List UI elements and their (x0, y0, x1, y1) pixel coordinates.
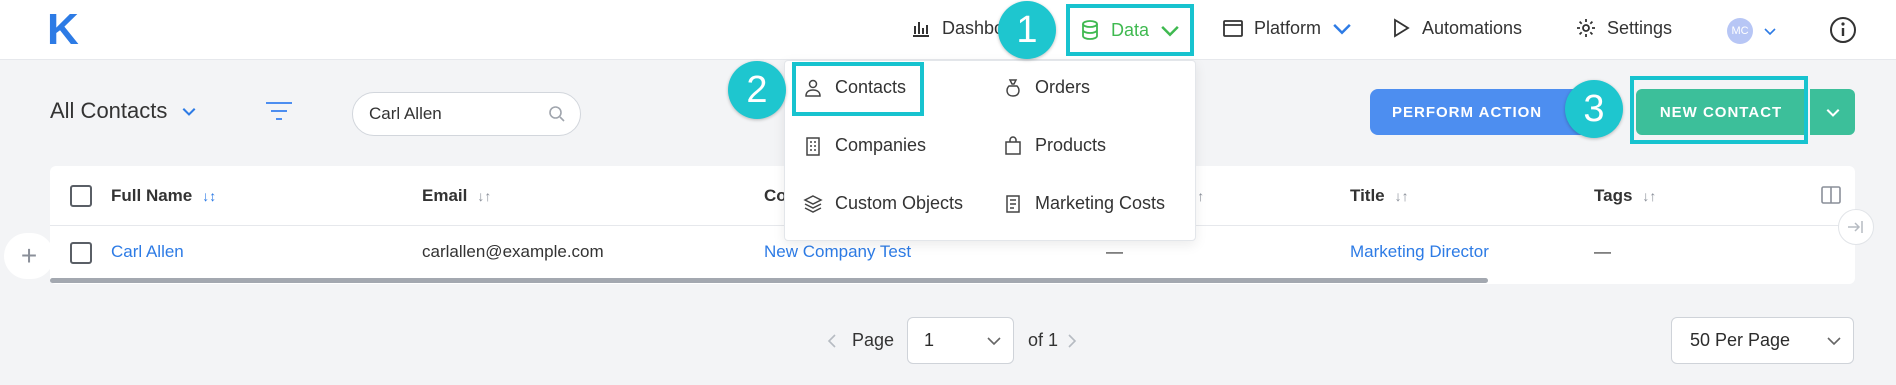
chevron-right-icon[interactable] (1066, 333, 1078, 349)
page-label: Page (852, 330, 895, 350)
per-page-select[interactable]: 50 Per Page (1671, 317, 1854, 364)
menu-item-custom-objects[interactable]: Custom Objects (803, 193, 963, 214)
filter-icon[interactable] (264, 98, 294, 124)
column-title[interactable]: Title ↓↑ (1350, 186, 1409, 206)
highlight-contacts (792, 62, 924, 116)
sort-icon[interactable]: ↓↕ (202, 188, 216, 204)
column-label: Title (1350, 186, 1385, 205)
menu-item-label: Orders (1035, 77, 1091, 97)
column-tags[interactable]: Tags ↓↑ (1594, 186, 1656, 206)
building-icon (806, 136, 820, 156)
nav-automations[interactable]: Automations (1390, 0, 1522, 56)
menu-item-label: Custom Objects (835, 193, 964, 213)
nav-automations-label: Automations (1422, 17, 1523, 38)
column-label: Tags (1594, 186, 1633, 205)
nav-data[interactable]: Data (1066, 4, 1194, 56)
nav-dashboard-label: Dashbo (942, 17, 1005, 38)
list-title: All Contacts (50, 98, 168, 123)
horizontal-scrollbar[interactable] (50, 278, 1488, 283)
layers-icon (803, 194, 823, 213)
callout-step-1: 1 (998, 1, 1056, 59)
column-label: Email (422, 186, 468, 205)
menu-item-label: Companies (835, 135, 927, 155)
info-icon[interactable] (1829, 16, 1857, 44)
page-count: of 1 (1028, 330, 1059, 350)
nav-dashboard[interactable]: Dashbo (910, 0, 1004, 56)
column-label: Full Name (111, 186, 193, 205)
select-all-checkbox[interactable] (70, 185, 92, 207)
expand-side-button[interactable] (1838, 209, 1874, 245)
database-icon (1082, 20, 1098, 40)
column-email[interactable]: Email ↓↑ (422, 186, 491, 206)
sort-icon[interactable]: ↓↑ (1395, 188, 1409, 204)
perform-action-button[interactable]: PERFORM ACTION (1370, 89, 1590, 135)
sort-icon[interactable]: ↓↑ (477, 188, 491, 204)
highlight-new-contact (1630, 76, 1808, 144)
contact-tags: — (1594, 242, 1611, 261)
nav-data-label: Data (1110, 19, 1150, 40)
chevron-down-icon (987, 337, 1001, 346)
chevron-down-icon (1333, 23, 1351, 35)
nav-platform[interactable]: Platform (1222, 0, 1353, 56)
bar-chart-icon (913, 22, 929, 37)
window-icon (1223, 20, 1243, 37)
top-navigation: K Dashbo Data Platform Automations Setti… (0, 0, 1896, 60)
receipt-icon (1006, 194, 1020, 213)
menu-item-orders[interactable]: Orders (1003, 77, 1090, 98)
app-logo[interactable]: K (47, 8, 79, 52)
arrow-right-bar-icon (1848, 221, 1863, 233)
callout-step-2: 2 (728, 61, 786, 119)
contact-company-link[interactable]: New Company Test (764, 242, 911, 262)
row-checkbox[interactable] (70, 242, 92, 264)
page-select[interactable]: 1 (907, 317, 1014, 364)
column-full-name[interactable]: Full Name ↓↕ (111, 186, 216, 206)
contact-title-link[interactable]: Marketing Director (1350, 242, 1489, 262)
money-bag-icon (1006, 78, 1020, 97)
menu-item-products[interactable]: Products (1003, 135, 1106, 156)
page-select-value: 1 (924, 330, 935, 350)
contact-email: carlallen@example.com (422, 242, 604, 261)
per-page-value: 50 Per Page (1690, 330, 1791, 350)
chevron-down-icon (1161, 25, 1179, 37)
perform-action-label: PERFORM ACTION (1392, 103, 1543, 121)
callout-step-3: 3 (1565, 80, 1623, 138)
search-input[interactable] (369, 104, 548, 124)
menu-item-companies[interactable]: Companies (803, 135, 926, 156)
contact-name-link[interactable]: Carl Allen (111, 242, 184, 262)
nav-settings-label: Settings (1607, 17, 1673, 38)
list-selector[interactable]: All Contacts (50, 98, 197, 124)
chevron-down-icon (1827, 337, 1841, 346)
menu-item-marketing-costs[interactable]: Marketing Costs (1003, 193, 1165, 214)
play-icon (1394, 18, 1410, 38)
avatar[interactable]: MC (1727, 18, 1753, 44)
contact-phone: — (1106, 242, 1123, 261)
nav-settings[interactable]: Settings (1575, 0, 1672, 56)
nav-platform-label: Platform (1254, 17, 1322, 38)
sort-icon[interactable]: ↓↑ (1642, 188, 1656, 204)
chevron-down-icon (1826, 108, 1839, 117)
menu-item-label: Products (1035, 135, 1107, 155)
chevron-down-icon (182, 107, 196, 116)
new-contact-dropdown-button[interactable] (1810, 89, 1855, 135)
chevron-left-icon[interactable] (826, 333, 838, 349)
gear-icon (1577, 19, 1595, 37)
menu-item-label: Marketing Costs (1035, 193, 1166, 213)
add-row-button[interactable]: + (4, 233, 54, 279)
chevron-down-icon[interactable] (1763, 24, 1777, 38)
search-box[interactable] (352, 92, 581, 136)
columns-icon[interactable] (1821, 186, 1841, 204)
search-icon (549, 106, 565, 122)
shopping-bag-icon (1005, 135, 1021, 155)
